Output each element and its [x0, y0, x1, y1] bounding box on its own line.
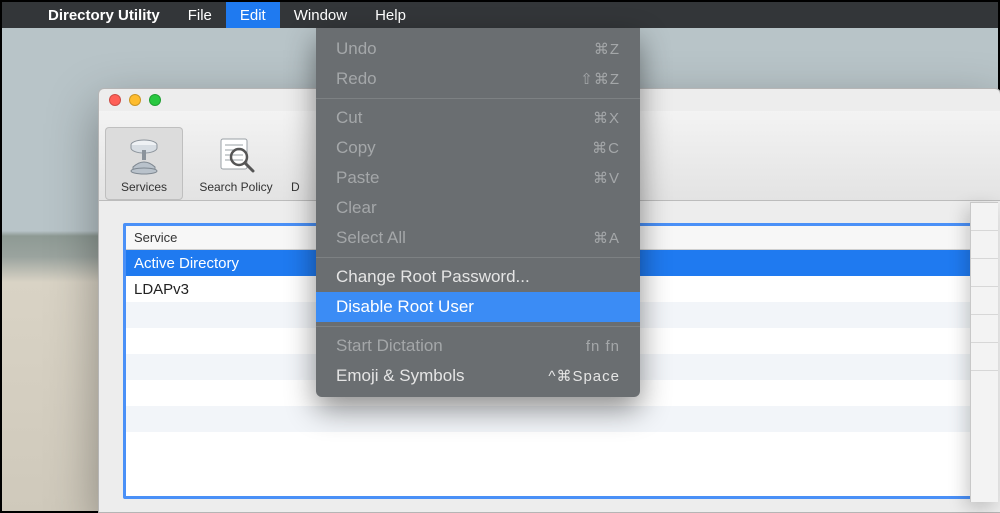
truncated-icon	[291, 131, 307, 177]
menu-item-label: Undo	[336, 39, 377, 59]
menu-item-emoji-symbols[interactable]: Emoji & Symbols ^⌘Space	[316, 361, 640, 391]
menu-item-shortcut: ⌘Z	[594, 40, 620, 58]
menu-item-label: Paste	[336, 168, 379, 188]
zoom-icon[interactable]	[149, 94, 161, 106]
menu-item-label: Clear	[336, 198, 377, 218]
menu-item-start-dictation[interactable]: Start Dictation fn fn	[316, 331, 640, 361]
background-window-peek	[970, 202, 998, 502]
menu-item-label: Emoji & Symbols	[336, 366, 464, 386]
menu-item-clear[interactable]: Clear	[316, 193, 640, 223]
menu-item-label: Start Dictation	[336, 336, 443, 356]
app-name[interactable]: Directory Utility	[34, 7, 174, 24]
menu-item-label: Cut	[336, 108, 362, 128]
menu-item-shortcut: ⇧⌘Z	[580, 70, 620, 88]
menu-item-label: Redo	[336, 69, 377, 89]
menu-item-paste[interactable]: Paste ⌘V	[316, 163, 640, 193]
menu-item-redo[interactable]: Redo ⇧⌘Z	[316, 64, 640, 94]
menu-item-cut[interactable]: Cut ⌘X	[316, 103, 640, 133]
menu-item-select-all[interactable]: Select All ⌘A	[316, 223, 640, 253]
menu-item-change-root-password[interactable]: Change Root Password...	[316, 262, 640, 292]
menu-item-label: Disable Root User	[336, 297, 474, 317]
menu-item-shortcut: ⌘V	[593, 169, 620, 187]
menu-edit[interactable]: Edit	[226, 2, 280, 28]
toolbar-search-policy-label: Search Policy	[189, 180, 283, 194]
menu-item-undo[interactable]: Undo ⌘Z	[316, 34, 640, 64]
services-icon	[107, 131, 181, 177]
toolbar-services-button[interactable]: Services	[105, 127, 183, 200]
toolbar-truncated-label: D	[291, 180, 307, 194]
toolbar-search-policy-button[interactable]: Search Policy	[187, 127, 285, 200]
search-policy-icon	[189, 131, 283, 177]
menu-bar: Directory Utility File Edit Window Help	[2, 2, 998, 28]
menu-window[interactable]: Window	[280, 2, 361, 28]
menu-item-label: Change Root Password...	[336, 267, 530, 287]
menu-item-label: Copy	[336, 138, 376, 158]
menu-item-copy[interactable]: Copy ⌘C	[316, 133, 640, 163]
menu-help[interactable]: Help	[361, 2, 420, 28]
menu-item-label: Select All	[336, 228, 406, 248]
edit-menu-dropdown: Undo ⌘Z Redo ⇧⌘Z Cut ⌘X Copy ⌘C Paste ⌘V…	[316, 28, 640, 397]
menu-file[interactable]: File	[174, 2, 226, 28]
menu-item-shortcut: ⌘C	[592, 139, 620, 157]
menu-separator	[316, 326, 640, 327]
close-icon[interactable]	[109, 94, 121, 106]
menu-item-shortcut: ⌘X	[593, 109, 620, 127]
menu-separator	[316, 257, 640, 258]
toolbar-truncated-button[interactable]: D	[289, 127, 309, 200]
menu-item-shortcut: ^⌘Space	[548, 367, 620, 385]
list-item	[126, 432, 973, 458]
menu-item-disable-root-user[interactable]: Disable Root User	[316, 292, 640, 322]
menu-separator	[316, 98, 640, 99]
menu-item-shortcut: ⌘A	[593, 229, 620, 247]
minimize-icon[interactable]	[129, 94, 141, 106]
menu-item-shortcut: fn fn	[586, 338, 620, 355]
toolbar-services-label: Services	[107, 180, 181, 194]
list-item	[126, 406, 973, 432]
